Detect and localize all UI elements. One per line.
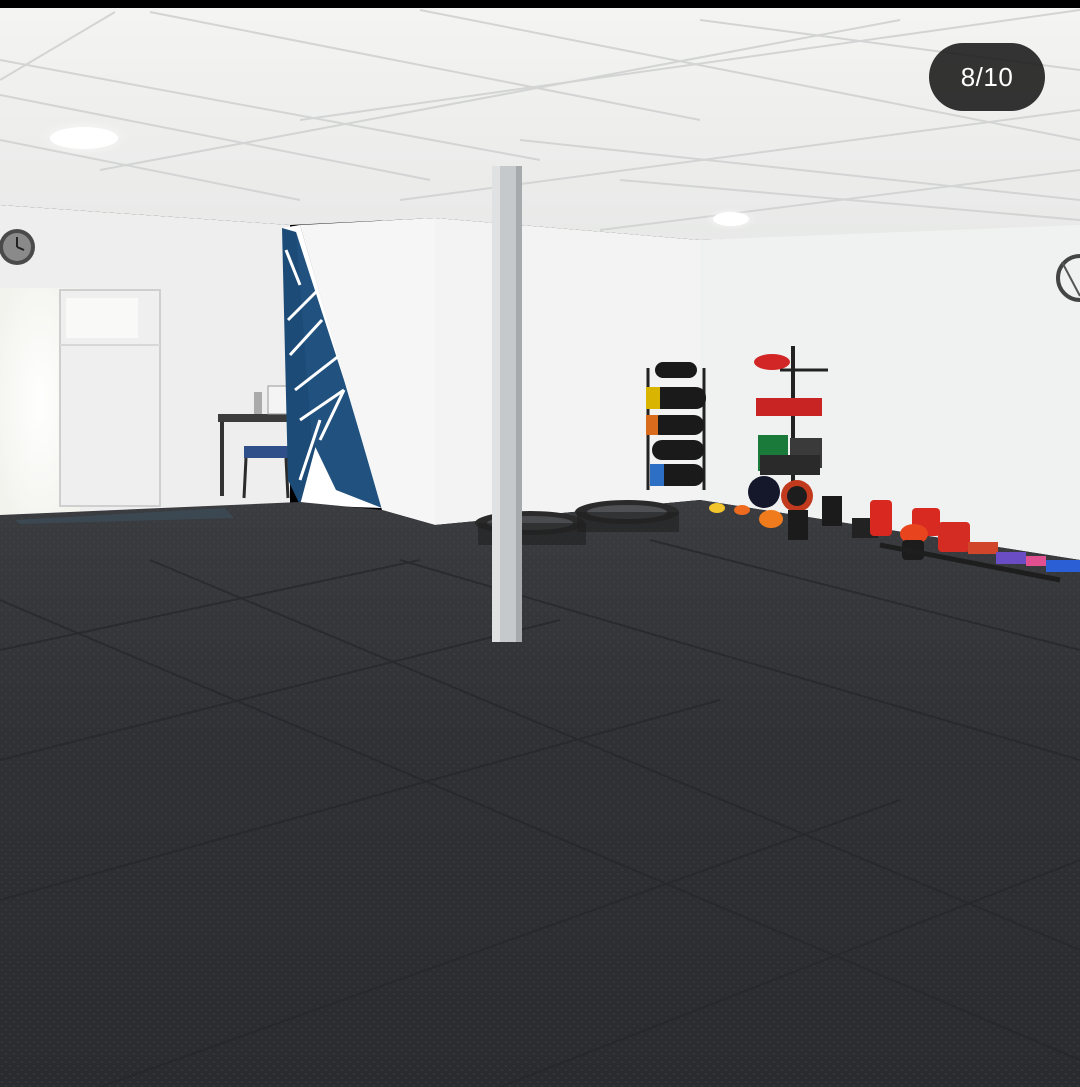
gym-photo[interactable] [0,0,1080,1087]
image-counter-badge: 8/10 [929,43,1045,111]
image-viewer: 8/10 [0,0,1080,1087]
